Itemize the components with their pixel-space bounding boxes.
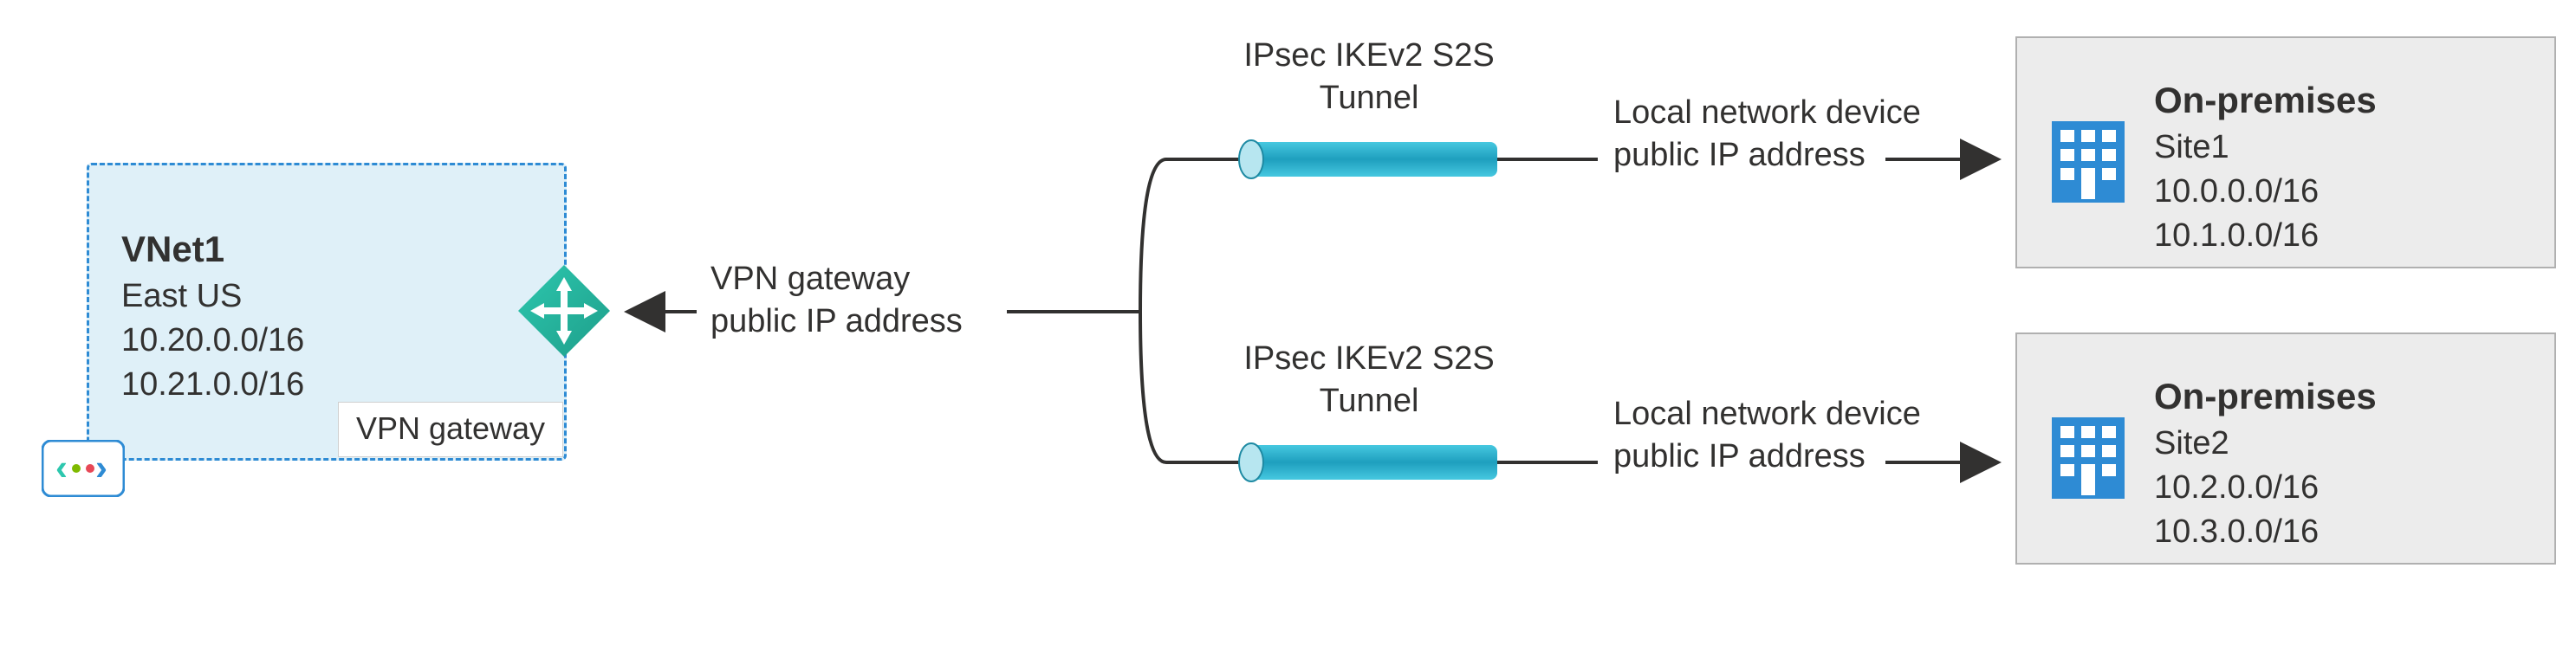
vpn-gateway-label: VPN gateway [338, 402, 563, 457]
diagram-stage: VNet1 East US 10.20.0.0/16 10.21.0.0/16 … [0, 0, 2576, 652]
local-device-label-top: Local network device public IP address [1613, 92, 1921, 178]
building-icon [2048, 414, 2128, 502]
local-device-label-bottom: Local network device public IP address [1613, 393, 1921, 479]
svg-text:›: › [95, 447, 107, 487]
tunnel-top-icon [1239, 140, 1497, 178]
onprem-site2-site: Site2 [2154, 422, 2377, 466]
tunnel-label-top: IPsec IKEv2 S2S Tunnel [1213, 35, 1525, 120]
vnet-title: VNet1 [121, 225, 304, 274]
onprem-site1-cidr1: 10.0.0.0/16 [2154, 170, 2377, 214]
local-top-line2: public IP address [1613, 134, 1921, 177]
onprem-site2-text: On-premises Site2 10.2.0.0/16 10.3.0.0/1… [2154, 372, 2377, 555]
vpn-gateway-ip-line1: VPN gateway [711, 258, 963, 300]
vnet-icon: ‹ › [42, 440, 125, 497]
onprem-site2: On-premises Site2 10.2.0.0/16 10.3.0.0/1… [2015, 332, 2556, 565]
tunnel-top-line2: Tunnel [1213, 77, 1525, 119]
vnet-region: East US [121, 274, 304, 319]
onprem-site1-site: Site1 [2154, 126, 2377, 170]
vnet-text: VNet1 East US 10.20.0.0/16 10.21.0.0/16 [121, 225, 304, 408]
svg-text:‹: ‹ [55, 447, 68, 487]
tunnel-label-bottom: IPsec IKEv2 S2S Tunnel [1213, 338, 1525, 423]
tunnel-bottom-line2: Tunnel [1213, 380, 1525, 423]
onprem-site2-cidr2: 10.3.0.0/16 [2154, 510, 2377, 554]
vnet-cidr-1: 10.20.0.0/16 [121, 319, 304, 363]
building-icon [2048, 118, 2128, 206]
onprem-site1-text: On-premises Site1 10.0.0.0/16 10.1.0.0/1… [2154, 76, 2377, 259]
tunnel-bottom-line1: IPsec IKEv2 S2S [1213, 338, 1525, 380]
vpn-gateway-ip-line2: public IP address [711, 300, 963, 343]
vpn-gateway-icon [515, 261, 613, 360]
vpn-gateway-ip-label: VPN gateway public IP address [711, 258, 963, 344]
connector-branch-top [1140, 159, 1248, 312]
onprem-site2-cidr1: 10.2.0.0/16 [2154, 466, 2377, 510]
local-bottom-line1: Local network device [1613, 393, 1921, 436]
local-bottom-line2: public IP address [1613, 436, 1921, 478]
tunnel-top-line1: IPsec IKEv2 S2S [1213, 35, 1525, 77]
tunnel-bottom-icon [1239, 443, 1497, 481]
onprem-site2-title: On-premises [2154, 372, 2377, 422]
onprem-site1: On-premises Site1 10.0.0.0/16 10.1.0.0/1… [2015, 36, 2556, 268]
local-top-line1: Local network device [1613, 92, 1921, 134]
onprem-site1-cidr2: 10.1.0.0/16 [2154, 214, 2377, 258]
vnet-cidr-2: 10.21.0.0/16 [121, 363, 304, 407]
onprem-site1-title: On-premises [2154, 76, 2377, 126]
